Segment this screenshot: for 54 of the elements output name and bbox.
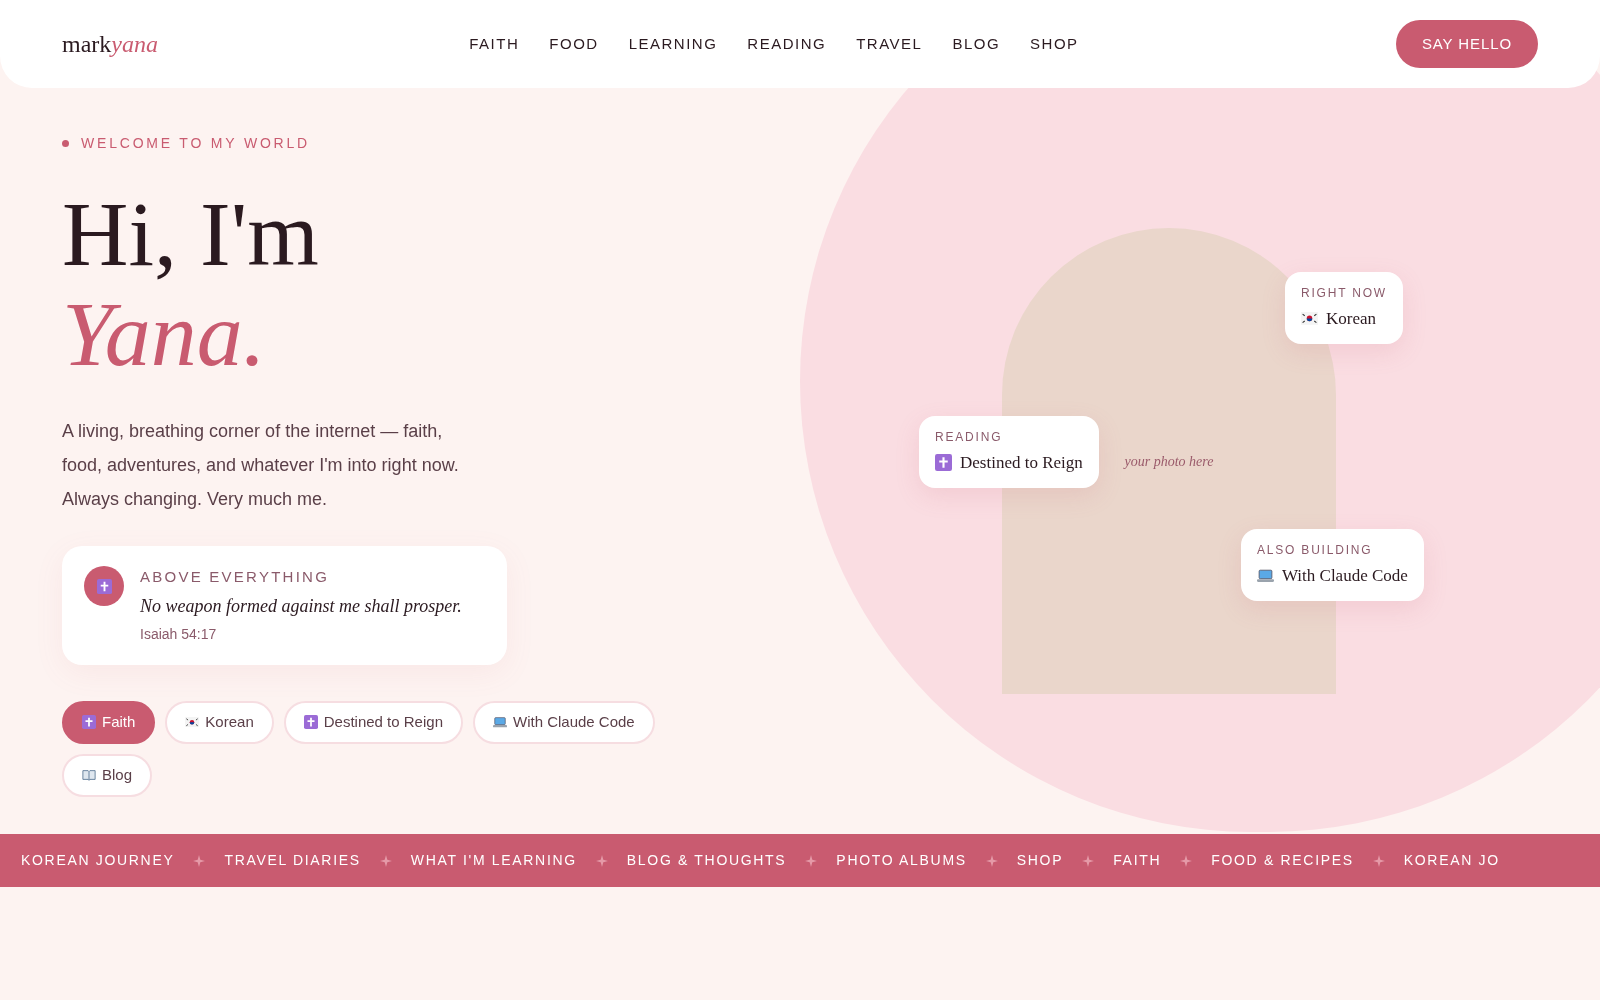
sparkle-icon	[1180, 854, 1193, 867]
nav-link[interactable]: LEARNING	[628, 32, 718, 56]
nav-link[interactable]: TRAVEL	[856, 32, 923, 56]
ticker-item: PHOTO ALBUMS	[836, 851, 967, 870]
verse-reference: Isaiah 54:17	[140, 624, 218, 644]
ticker-item: WHAT I'M LEARNING	[410, 851, 577, 870]
hero-name: Yana.	[62, 284, 267, 384]
book-icon	[82, 768, 96, 782]
sparkle-icon	[985, 854, 998, 867]
sparkle-icon	[1082, 854, 1095, 867]
cross-icon	[82, 715, 96, 729]
ticker-item: KOREAN JO	[1403, 851, 1500, 870]
flag-icon	[185, 716, 200, 728]
card-label: READING	[935, 429, 1004, 446]
card-label: ALSO BUILDING	[1257, 542, 1374, 559]
card-value: With Claude Code	[1282, 565, 1408, 587]
nav-link[interactable]: SHOP	[1030, 32, 1079, 56]
card-value: Korean	[1326, 308, 1377, 330]
topic-chip[interactable]: Korean	[165, 700, 274, 744]
laptop-icon	[493, 715, 507, 729]
verse-quote: No weapon formed against me shall prosper.	[140, 594, 462, 618]
say-hello-button[interactable]: SAY HELLO	[1395, 20, 1538, 68]
cross-icon	[96, 578, 112, 594]
card-value: Destined to Reign	[960, 452, 1083, 474]
flag-icon	[1301, 312, 1318, 326]
ticker-item: TRAVEL DIARIES	[224, 851, 361, 870]
cross-icon	[935, 454, 952, 472]
sparkle-icon	[379, 854, 392, 867]
sparkle-icon	[805, 854, 818, 867]
verse-label: ABOVE EVERYTHING	[140, 567, 331, 587]
ticker-item: FOOD & RECIPES	[1211, 851, 1354, 870]
laptop-icon	[1257, 567, 1274, 585]
ticker-item: FAITH	[1113, 851, 1162, 870]
nav-link[interactable]: BLOG	[952, 32, 1001, 56]
site-logo[interactable]: markyana	[62, 26, 362, 62]
nav-link[interactable]: FOOD	[549, 32, 599, 56]
ticker-item: BLOG & THOUGHTS	[626, 851, 787, 870]
eyebrow-text: WELCOME TO MY WORLD	[81, 134, 310, 153]
intro-paragraph: A living, breathing corner of the internet — faith, food, adventures, and whatever I'm into right now. Always changing. Very much me.	[62, 420, 460, 511]
sparkle-icon	[1372, 854, 1385, 867]
topic-chip[interactable]: Blog	[62, 753, 153, 797]
sparkle-icon	[595, 854, 608, 867]
topic-chip[interactable]: Faith	[62, 700, 156, 744]
ticker-item: SHOP	[1016, 851, 1064, 870]
hero-title: Hi, I'm	[62, 184, 320, 284]
sparkle-icon	[193, 854, 206, 867]
topic-chip[interactable]: Destined to Reign	[283, 700, 463, 744]
topic-chip[interactable]: With Claude Code	[473, 700, 655, 744]
photo-placeholder-text: your photo here	[1124, 452, 1214, 471]
cross-icon	[303, 715, 318, 729]
nav-link[interactable]: READING	[747, 32, 827, 56]
nav-link[interactable]: FAITH	[469, 32, 520, 56]
ticker-item: KOREAN JOURNEY	[21, 851, 175, 870]
card-label: RIGHT NOW	[1301, 285, 1387, 302]
